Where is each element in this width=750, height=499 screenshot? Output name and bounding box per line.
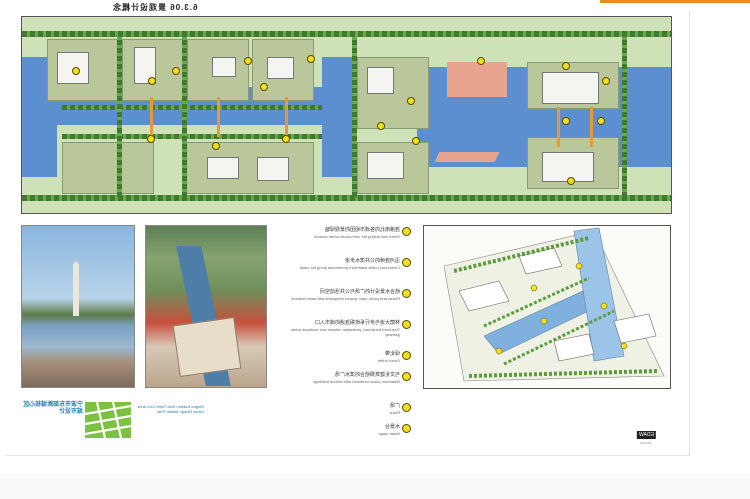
photo-aerial-walkway <box>145 225 267 388</box>
legend-item: 结合水景设计的广场与公共活动空间 Plazas and public open … <box>275 288 411 312</box>
building-8 <box>367 152 404 179</box>
plan-marker <box>282 135 290 143</box>
plan-marker <box>72 67 80 75</box>
legend-title: 水景台 <box>384 424 400 430</box>
plan-marker <box>212 142 220 150</box>
project-name-en: Ningbo Eastern New Town Core Area Urban … <box>137 404 204 414</box>
plan-marker <box>307 55 315 63</box>
plaza-pier <box>434 152 500 162</box>
legend-marker-icon <box>402 258 411 267</box>
legend-title: 广场 <box>389 403 400 409</box>
plan-marker <box>477 57 485 65</box>
plan-marker <box>377 122 385 130</box>
legend-title: 绿化带 <box>384 351 400 357</box>
sketch-marker <box>620 342 628 350</box>
plan-marker <box>407 97 415 105</box>
legend-subtitle: Tree-lined boulevard, pedestrian network… <box>290 327 400 337</box>
plaza-central <box>447 62 507 97</box>
building-4 <box>267 57 294 79</box>
legend-subtitle: Green axis linking the north-south urban… <box>313 234 400 239</box>
firm-tag: EDAW <box>637 431 656 439</box>
legend-marker-icon <box>402 289 411 298</box>
legend-subtitle: Plaza <box>389 410 400 415</box>
legend-title: 连接南北向各城市组团的景观绿轴 <box>324 227 400 233</box>
tree-col-3 <box>352 37 357 197</box>
building-5 <box>207 157 239 179</box>
project-name-cn: 宁波市东部新城核心区城市设计 <box>22 402 83 415</box>
tree-col-2 <box>182 37 187 197</box>
plan-marker <box>567 177 575 185</box>
sketch-marker <box>495 347 503 355</box>
legend-item: 水景台 Water stage <box>275 423 411 437</box>
firm-subtag: AECOM <box>640 441 652 445</box>
sketch-marker <box>540 317 548 325</box>
walkway-deck <box>172 316 242 378</box>
legend-title: 林荫大道与步行系统相连通的城市入口 <box>314 320 400 326</box>
plan-marker <box>562 62 570 70</box>
legend-title: 沿河连续的公共滨水步道 <box>344 258 400 264</box>
tree-col-1 <box>117 37 122 197</box>
legend-subtitle: Plazas and public open spaces integrated… <box>291 296 400 301</box>
building-9 <box>542 72 599 104</box>
legend-subtitle: Water stage <box>378 431 400 436</box>
block-5 <box>62 142 154 194</box>
page-footer-blank <box>0 474 750 499</box>
legend-item: 广场 Plaza <box>275 402 411 416</box>
plan-marker <box>244 57 252 65</box>
legend-item: 沿河连续的公共滨水步道 Continuous public waterfront… <box>275 257 411 281</box>
tree-col-4 <box>622 37 627 197</box>
bridge-5 <box>590 107 593 147</box>
project-logo <box>84 401 132 439</box>
bridge-4 <box>557 107 560 147</box>
canal-center <box>322 57 352 177</box>
obelisk <box>73 261 79 316</box>
legend-marker-icon <box>402 403 411 412</box>
sketch-marker <box>575 262 583 270</box>
legend-item: 与文化建筑相结合的滨水广场 Waterfront plaza combined … <box>275 371 411 395</box>
building-6 <box>257 157 289 181</box>
legend-subtitle: Continuous public waterfront promenade a… <box>299 265 400 270</box>
legend-item: 林荫大道与步行系统相连通的城市入口 Tree-lined boulevard, … <box>275 319 411 343</box>
building-7 <box>367 67 394 94</box>
block-6 <box>182 142 314 194</box>
plan-marker <box>148 77 156 85</box>
axonometric-svg <box>443 227 665 382</box>
legend-item: 绿化带 Green buffer <box>275 350 411 364</box>
plan-marker <box>260 83 268 91</box>
page-title: 6.3.06 景观设计概念 <box>112 3 198 12</box>
legend-marker-icon <box>402 227 411 236</box>
legend-subtitle: Waterfront plaza combined with cultural … <box>313 379 400 384</box>
legend-item: 连接南北向各城市组团的景观绿轴 Green axis linking the n… <box>275 226 411 250</box>
plan-marker <box>562 117 570 125</box>
building-3 <box>212 57 236 77</box>
plan-marker <box>602 77 610 85</box>
plan-marker <box>172 67 180 75</box>
legend-title: 结合水景设计的广场与公共活动空间 <box>319 289 400 295</box>
design-legend: 连接南北向各城市组团的景观绿轴 Green axis linking the n… <box>275 226 411 444</box>
legend-marker-icon <box>402 351 411 360</box>
legend-subtitle: Green buffer <box>377 358 400 363</box>
bridge-2 <box>217 97 220 137</box>
bridge-3 <box>285 97 288 137</box>
photo-reflecting-pool <box>21 225 135 388</box>
sketch-marker <box>600 302 608 310</box>
plan-marker <box>147 135 155 143</box>
bridge-1 <box>150 97 153 137</box>
tree-row-canal-north <box>62 105 322 110</box>
legend-marker-icon <box>402 424 411 433</box>
sketch-marker <box>530 284 538 292</box>
master-plan-drawing <box>21 16 672 214</box>
top-accent-line <box>600 0 750 3</box>
legend-marker-icon <box>402 320 411 329</box>
logo-stripes-icon <box>84 401 132 439</box>
axonometric-sketch <box>423 225 671 389</box>
plan-marker <box>412 137 420 145</box>
plan-marker <box>597 117 605 125</box>
legend-title: 与文化建筑相结合的滨水广场 <box>334 372 400 378</box>
legend-marker-icon <box>402 372 411 381</box>
